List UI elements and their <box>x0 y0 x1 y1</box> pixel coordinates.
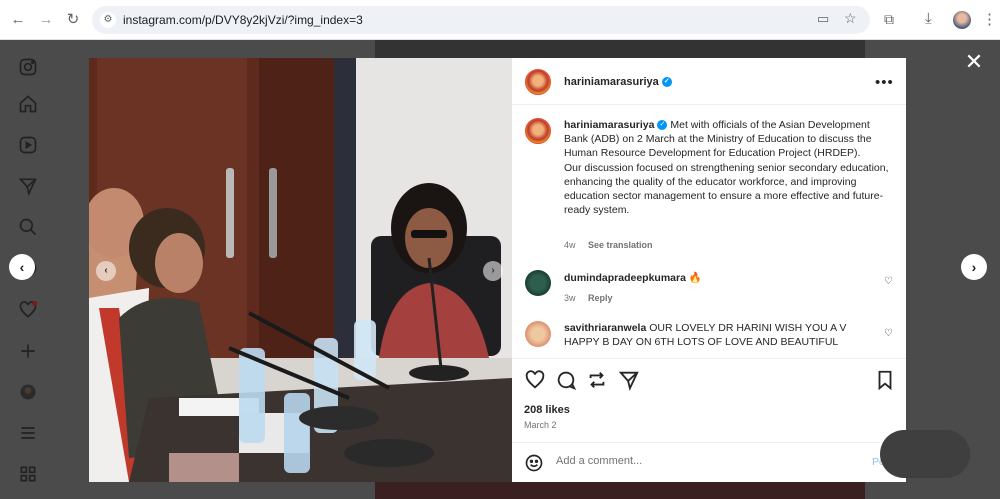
reload-icon[interactable]: ↻ <box>63 10 83 30</box>
meeting-photo-illustration <box>89 58 512 482</box>
also-from-meta-icon[interactable] <box>14 460 42 488</box>
site-settings-icon[interactable]: ⚙ <box>100 12 116 28</box>
commenter-avatar[interactable] <box>525 321 551 347</box>
add-comment-bar: Add a comment... Post <box>512 442 906 482</box>
more-menu-icon[interactable] <box>14 419 42 447</box>
profile-icon[interactable] <box>14 378 42 406</box>
close-modal-icon[interactable]: ✕ <box>962 50 986 74</box>
forward-icon[interactable]: → <box>36 10 56 30</box>
reels-icon[interactable] <box>14 131 42 159</box>
emoji-icon[interactable] <box>524 453 544 473</box>
comment-like-icon[interactable]: ♡ <box>884 276 893 287</box>
caption-author-avatar[interactable] <box>525 118 551 144</box>
caption-author-username[interactable]: hariniamarasuriya <box>564 119 654 131</box>
photo-prev-button[interactable]: ‹ <box>96 261 116 281</box>
comment-username[interactable]: dumindapradeepkumara <box>564 272 686 284</box>
post-photo <box>89 58 512 482</box>
comment-item: savithriaranwela OUR LOVELY DR HARINI WI… <box>564 321 884 349</box>
comment-age: 3w <box>564 293 576 303</box>
search-icon[interactable] <box>14 213 42 241</box>
bookmark-star-icon[interactable]: ☆ <box>844 10 857 27</box>
photo-next-button[interactable]: › <box>483 261 503 281</box>
see-translation-link[interactable]: See translation <box>588 240 653 250</box>
post-details-panel: hariniamarasuriya ✓ ••• hariniamarasuriya… <box>512 58 906 482</box>
download-icon[interactable]: ⤓ <box>925 10 932 27</box>
post-date: March 2 <box>524 420 557 430</box>
notifications-icon[interactable] <box>14 296 42 324</box>
share-icon[interactable] <box>618 369 640 391</box>
caption-text-part2: Our discussion focused on strengthening … <box>564 161 889 217</box>
background-image-fragment-bottom <box>375 481 865 499</box>
comment-meta: 3w Reply <box>564 293 613 303</box>
comment-input[interactable]: Add a comment... <box>556 455 642 467</box>
address-bar[interactable]: ⚙ instagram.com/p/DVY8y2kjVzi/?img_index… <box>92 6 870 34</box>
comment-username[interactable]: savithriaranwela <box>564 322 646 334</box>
comment-bubble-icon[interactable] <box>555 369 577 391</box>
modal-backdrop[interactable]: ✕ ‹ › ‹ › hariniamarasuriya ✓ ••• harini… <box>0 40 1000 499</box>
comment-reply-button[interactable]: Reply <box>588 293 613 303</box>
home-icon[interactable] <box>14 90 42 118</box>
post-actions-bar: 208 likes March 2 <box>512 358 906 442</box>
caption-meta: 4w See translation <box>564 240 653 250</box>
like-count[interactable]: 208 likes <box>524 404 570 416</box>
comment-like-icon[interactable]: ♡ <box>884 328 893 339</box>
save-bookmark-icon[interactable] <box>874 369 896 391</box>
background-image-fragment <box>375 40 865 58</box>
verified-badge-icon: ✓ <box>661 77 672 88</box>
author-username-text[interactable]: hariniamarasuriya <box>564 76 659 88</box>
like-heart-icon[interactable] <box>524 369 546 391</box>
extensions-icon[interactable]: ⧉ <box>884 11 894 28</box>
repost-icon[interactable] <box>586 369 608 391</box>
instagram-logo-icon[interactable] <box>14 53 42 81</box>
post-caption: hariniamarasuriya ✓ Met with officials of… <box>564 118 889 217</box>
create-icon[interactable] <box>14 337 42 365</box>
comment-text: 🔥 <box>685 272 702 284</box>
post-header: hariniamarasuriya ✓ ••• <box>512 58 906 105</box>
next-post-button[interactable]: › <box>961 254 987 280</box>
profile-avatar[interactable] <box>953 11 971 29</box>
caption-age: 4w <box>564 240 576 250</box>
messages-floating-button[interactable] <box>880 430 970 478</box>
messages-icon[interactable] <box>14 172 42 200</box>
caption-verified-badge-icon: ✓ <box>657 120 668 131</box>
cast-icon[interactable]: ▭ <box>817 11 829 27</box>
back-icon[interactable]: ← <box>8 10 28 30</box>
browser-toolbar: ← → ↻ ⚙ instagram.com/p/DVY8y2kjVzi/?img… <box>0 0 1000 40</box>
commenter-avatar[interactable] <box>525 270 551 296</box>
url-text[interactable]: instagram.com/p/DVY8y2kjVzi/?img_index=3 <box>123 13 363 27</box>
previous-post-button[interactable]: ‹ <box>9 254 35 280</box>
comment-item: dumindapradeepkumara 🔥 <box>564 271 884 285</box>
author-username-header[interactable]: hariniamarasuriya ✓ <box>564 76 672 88</box>
author-avatar[interactable] <box>525 69 551 95</box>
post-options-icon[interactable]: ••• <box>875 74 894 91</box>
browser-menu-icon[interactable]: ⋮ <box>982 10 997 28</box>
